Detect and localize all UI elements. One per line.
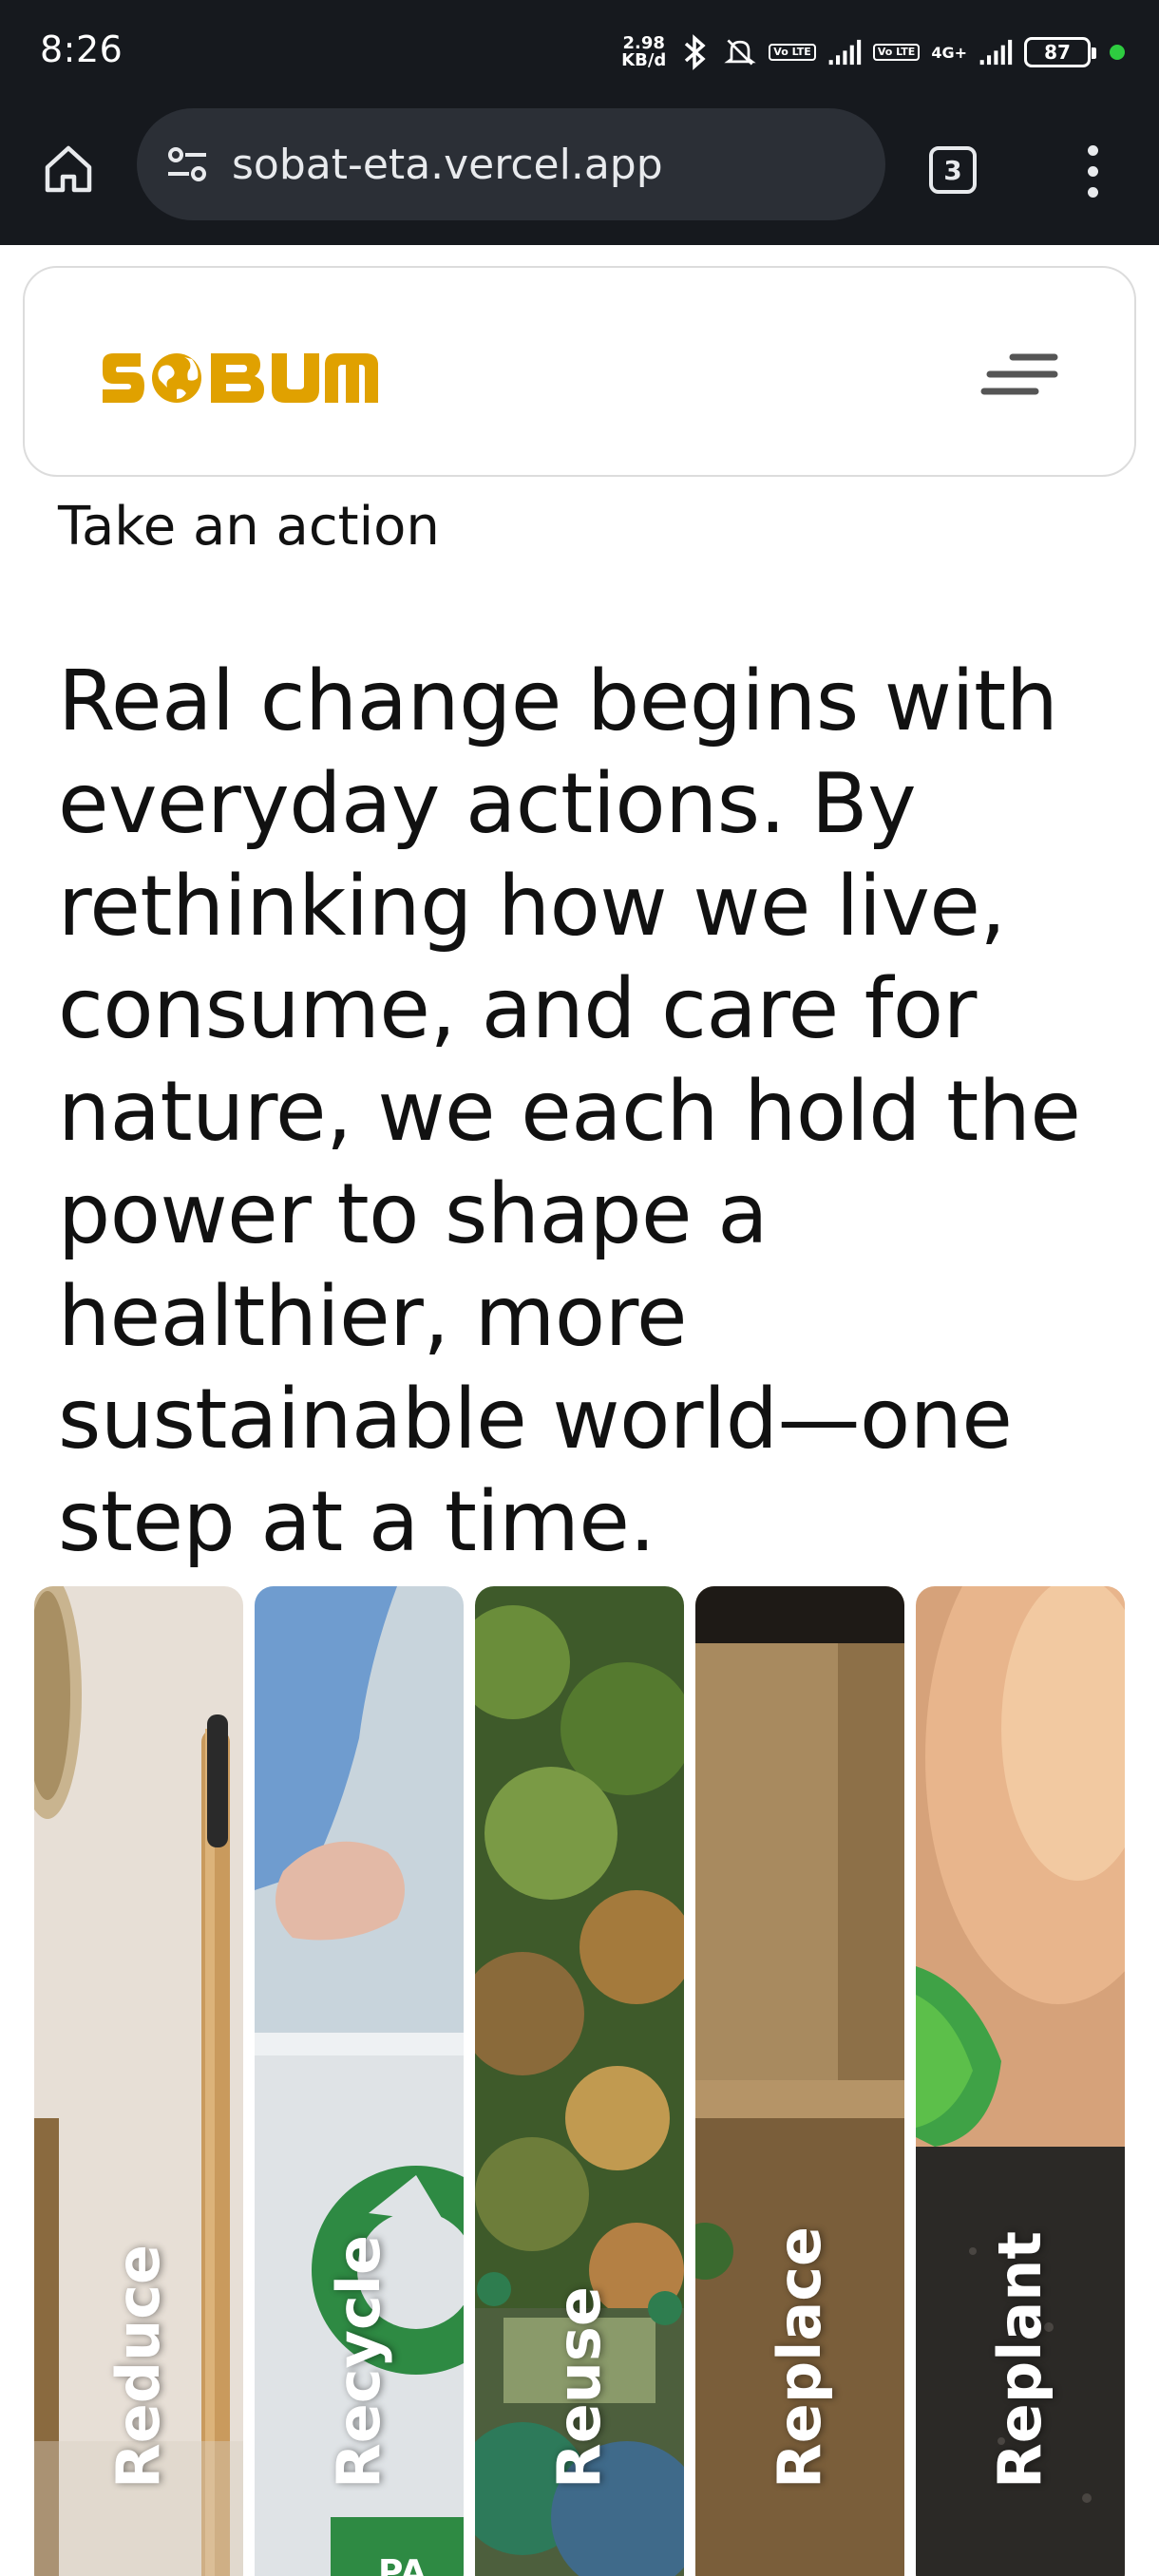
card-reuse-label: Reuse (544, 2286, 614, 2489)
network-type: 4G+ (931, 43, 967, 62)
section-label: Take an action (58, 496, 440, 558)
mute-icon (723, 33, 757, 71)
sobum-logo[interactable] (97, 346, 382, 412)
signal-icon-2 (978, 33, 1013, 71)
card-reduce-label: Reduce (104, 2244, 173, 2489)
battery-icon: 87 (1024, 37, 1096, 67)
status-icons: 2.98 KB/d Vo LTE Vo LTE 4G+ 87 (621, 28, 1125, 76)
card-recycle-label: Recycle (324, 2234, 393, 2489)
more-vert-icon[interactable] (1064, 135, 1121, 207)
url-bar[interactable]: sobat-eta.vercel.app (137, 108, 885, 220)
pa-sign-text: PA (378, 2553, 427, 2576)
site-settings-icon[interactable] (162, 139, 213, 190)
card-recycle[interactable]: PA Recycle (255, 1586, 464, 2576)
status-time: 8:26 (40, 28, 124, 70)
network-speed: 2.98 KB/d (621, 33, 667, 70)
signal-icon (827, 33, 862, 71)
card-replant-label: Replant (985, 2230, 1054, 2489)
card-reuse[interactable]: Reuse (475, 1586, 684, 2576)
bluetooth-icon (677, 33, 712, 71)
hamburger-icon[interactable] (980, 348, 1060, 405)
home-icon (45, 145, 92, 193)
volte-badge-2: Vo LTE (872, 44, 921, 61)
tabs-button[interactable]: 3 (922, 139, 984, 201)
status-bar: 8:26 2.98 KB/d Vo LTE Vo LTE 4G+ 87 (0, 0, 1159, 104)
privacy-indicator (1110, 45, 1125, 60)
action-cards: Reduce PA Recycle Reuse Replace Replant (34, 1586, 1127, 2576)
card-replace[interactable]: Replace (695, 1586, 904, 2576)
card-replace-label: Replace (765, 2226, 834, 2489)
home-button[interactable] (34, 135, 103, 203)
tabs-icon: 3 (929, 146, 977, 194)
card-reduce[interactable]: Reduce (34, 1586, 243, 2576)
site-header (23, 266, 1136, 477)
browser-toolbar: sobat-eta.vercel.app 3 (0, 104, 1159, 245)
card-replant[interactable]: Replant (916, 1586, 1125, 2576)
volte-badge-1: Vo LTE (769, 44, 816, 61)
headline: Real change begins with everyday actions… (58, 653, 1081, 1570)
url-text[interactable]: sobat-eta.vercel.app (232, 141, 663, 189)
